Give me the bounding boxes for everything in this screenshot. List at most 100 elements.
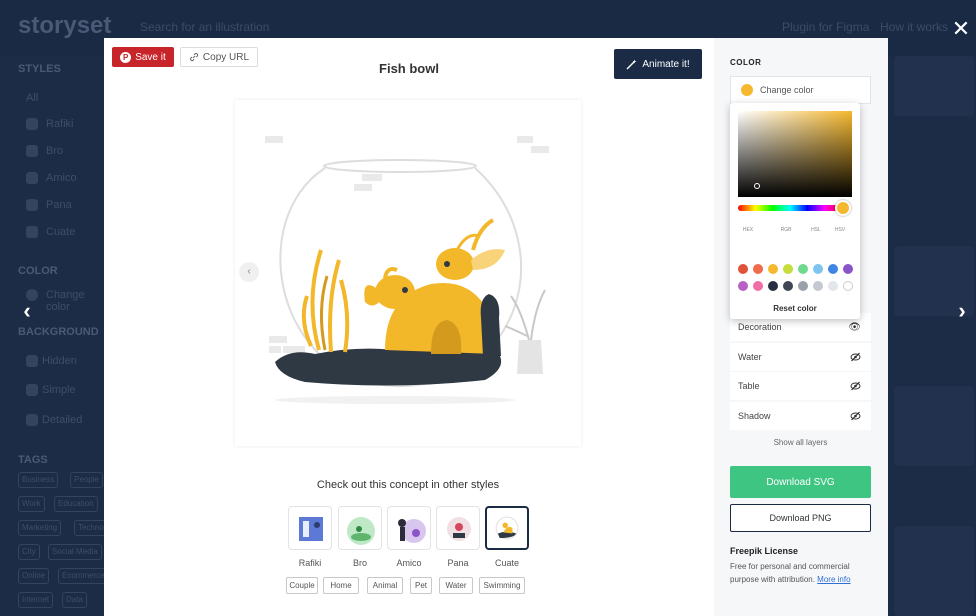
background-simple[interactable]: Simple xyxy=(42,384,76,396)
style-filter-cuate[interactable]: Cuate xyxy=(46,226,75,238)
color-section-heading: COLOR xyxy=(730,58,762,67)
bg-tag[interactable]: Marketing xyxy=(18,520,62,536)
preset-color-swatch[interactable] xyxy=(843,264,853,274)
style-label: Amico xyxy=(396,558,422,568)
change-color-button[interactable]: Change color xyxy=(730,76,871,104)
style-option-bro[interactable]: Bro xyxy=(338,506,382,568)
style-option-rafiki[interactable]: Rafiki xyxy=(288,506,332,568)
preset-color-swatch[interactable] xyxy=(768,264,778,274)
magic-wand-icon xyxy=(626,59,637,69)
styles-heading: STYLES xyxy=(18,63,61,75)
style-filter-rafiki[interactable]: Rafiki xyxy=(46,118,74,130)
eye-icon[interactable]: 👁 xyxy=(848,322,861,333)
style-option-amico[interactable]: Amico xyxy=(387,506,431,568)
style-thumbnail xyxy=(436,506,480,550)
bg-tag[interactable]: Ecommerce xyxy=(58,568,109,584)
preset-color-swatch[interactable] xyxy=(828,281,838,291)
format-hex[interactable]: HEX xyxy=(738,227,758,233)
tag-home[interactable]: Home xyxy=(323,577,359,594)
illustration-preview xyxy=(235,100,581,446)
pinterest-icon: P xyxy=(120,51,132,63)
previous-illustration-icon[interactable]: ‹ xyxy=(239,262,259,282)
preset-color-swatch[interactable] xyxy=(828,264,838,274)
bg-tag[interactable]: Social Media xyxy=(48,544,102,560)
format-hsl[interactable]: HSL xyxy=(806,227,826,233)
style-label: Rafiki xyxy=(298,558,322,568)
style-thumbnail xyxy=(338,506,382,550)
amico-icon xyxy=(26,172,38,184)
layer-name: Water xyxy=(738,352,762,362)
bg-tag[interactable]: Data xyxy=(62,592,87,608)
bg-tag[interactable]: Internet xyxy=(18,592,54,608)
preset-color-swatch[interactable] xyxy=(798,264,808,274)
color-cursor[interactable] xyxy=(754,183,760,189)
preset-color-swatch[interactable] xyxy=(753,264,763,274)
eye-slash-icon[interactable] xyxy=(850,411,861,421)
style-filter-pana[interactable]: Pana xyxy=(46,199,72,211)
layer-row-water[interactable]: Water xyxy=(730,343,871,371)
tag-water[interactable]: Water xyxy=(439,577,473,594)
format-hsv[interactable]: HSV xyxy=(830,227,850,233)
cuate-icon xyxy=(26,226,38,238)
background-hidden[interactable]: Hidden xyxy=(42,355,77,367)
preset-color-swatch[interactable] xyxy=(843,281,853,291)
background-heading: BACKGROUND xyxy=(18,326,99,338)
chevron-right-icon[interactable]: › xyxy=(951,296,973,326)
bg-tag[interactable]: City xyxy=(18,544,40,560)
preset-color-swatch[interactable] xyxy=(738,281,748,291)
tag-animal[interactable]: Animal xyxy=(367,577,403,594)
rafiki-thumbnail-icon xyxy=(299,517,323,541)
preset-color-swatch[interactable] xyxy=(813,264,823,274)
filter-sidebar: STYLES All Rafiki Bro Amico Pana Cuate C… xyxy=(0,56,123,616)
tag-swimming[interactable]: Swimming xyxy=(479,577,525,594)
download-svg-button[interactable]: Download SVG xyxy=(730,466,871,498)
background-detailed[interactable]: Detailed xyxy=(42,414,82,426)
close-icon[interactable]: ✕ xyxy=(948,16,974,42)
amico-thumbnail-icon xyxy=(398,519,426,543)
color-picker-popup: HEX RGB HSL HSV Reset color xyxy=(730,103,860,319)
style-option-pana[interactable]: Pana xyxy=(436,506,480,568)
bg-tag[interactable]: People xyxy=(70,472,103,488)
tag-couple[interactable]: Couple xyxy=(286,577,318,594)
bg-thumbnail xyxy=(894,386,974,466)
preset-color-swatch[interactable] xyxy=(783,264,793,274)
preset-color-swatch[interactable] xyxy=(738,264,748,274)
style-filter-amico[interactable]: Amico xyxy=(46,172,77,184)
layer-row-shadow[interactable]: Shadow xyxy=(730,402,871,430)
style-filter-all[interactable]: All xyxy=(26,92,38,104)
layer-row-table[interactable]: Table xyxy=(730,372,871,400)
search-input[interactable]: Search for an illustration xyxy=(140,20,269,34)
plugin-figma-link[interactable]: Plugin for Figma xyxy=(782,20,869,34)
format-rgb[interactable]: RGB xyxy=(776,227,796,233)
reset-color-button[interactable]: Reset color xyxy=(730,304,860,313)
animate-button[interactable]: Animate it! xyxy=(614,49,702,79)
chevron-left-icon[interactable]: ‹ xyxy=(16,296,38,326)
tag-pet[interactable]: Pet xyxy=(410,577,432,594)
hue-slider[interactable] xyxy=(738,205,842,211)
bg-tag[interactable]: Work xyxy=(18,496,45,512)
preset-color-swatch[interactable] xyxy=(783,281,793,291)
style-option-cuate[interactable]: Cuate xyxy=(485,506,529,568)
bg-tag[interactable]: Business xyxy=(18,472,59,488)
change-color-filter[interactable]: Change color xyxy=(46,289,104,313)
hue-slider-handle[interactable] xyxy=(835,200,851,216)
save-button[interactable]: P Save it xyxy=(112,47,174,67)
preset-color-swatch[interactable] xyxy=(813,281,823,291)
download-png-button[interactable]: Download PNG xyxy=(730,504,871,532)
color-swatch xyxy=(741,84,753,96)
style-label: Cuate xyxy=(494,558,520,568)
eye-slash-icon[interactable] xyxy=(850,352,861,362)
style-thumbnail xyxy=(485,506,529,550)
more-info-link[interactable]: More info xyxy=(817,575,850,584)
copy-url-button[interactable]: Copy URL xyxy=(180,47,258,67)
how-it-works-link[interactable]: How it works xyxy=(880,20,948,34)
eye-slash-icon[interactable] xyxy=(850,381,861,391)
preset-color-swatch[interactable] xyxy=(753,281,763,291)
bg-tag[interactable]: Education xyxy=(54,496,98,512)
bg-thumbnail xyxy=(894,526,974,616)
bg-tag[interactable]: Online xyxy=(18,568,50,584)
preset-color-swatch[interactable] xyxy=(798,281,808,291)
style-filter-bro[interactable]: Bro xyxy=(46,145,63,157)
show-all-layers-link[interactable]: Show all layers xyxy=(730,438,871,447)
preset-color-swatch[interactable] xyxy=(768,281,778,291)
